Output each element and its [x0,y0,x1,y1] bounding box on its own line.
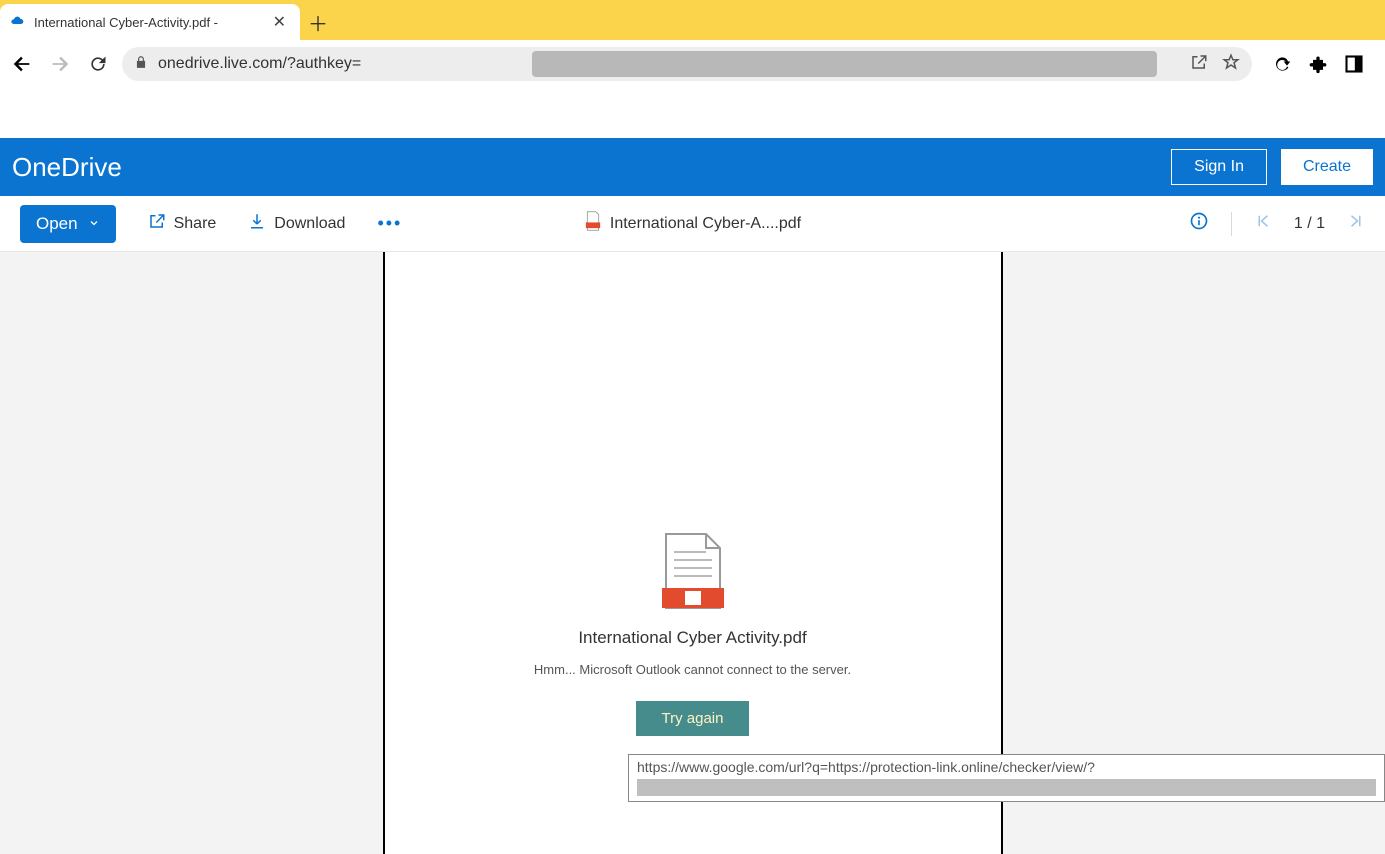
pdf-file-icon [584,211,602,236]
more-actions-button[interactable]: ••• [377,213,402,234]
link-preview-redacted [637,779,1376,796]
onedrive-favicon-icon [10,14,26,30]
download-button[interactable]: Download [248,212,345,235]
link-preview-url: https://www.google.com/url?q=https://pro… [637,759,1376,775]
error-message: Hmm... Microsoft Outlook cannot connect … [385,662,1001,677]
download-icon [248,212,266,235]
secure-lock-icon [134,55,148,74]
bookmark-star-icon[interactable] [1222,53,1240,76]
open-button[interactable]: Open [20,205,116,243]
page-next-icon[interactable] [1347,212,1365,235]
extension-icons [1262,54,1364,74]
tab-title: International Cyber-Activity.pdf - [34,15,261,30]
page-first-icon[interactable] [1254,212,1272,235]
share-button[interactable]: Share [148,212,217,235]
page-counter: 1 / 1 [1294,215,1325,233]
link-preview-tooltip: https://www.google.com/url?q=https://pro… [628,754,1385,802]
browser-toolbar: onedrive.live.com/?authkey= [0,40,1385,88]
filename-text: International Cyber-A....pdf [610,215,801,233]
onedrive-header: OneDrive Sign In Create [0,138,1385,196]
address-bar[interactable]: onedrive.live.com/?authkey= [122,47,1252,81]
info-icon[interactable] [1189,211,1209,236]
chevron-down-icon [88,214,100,234]
error-panel: International Cyber Activity.pdf Hmm... … [385,532,1001,736]
onedrive-brand: OneDrive [12,152,122,183]
share-icon [148,212,166,235]
url-redacted-region [532,51,1157,77]
tab-close-icon[interactable]: ✕ [269,12,290,32]
broken-document-icon [385,532,1001,614]
sync-icon[interactable] [1272,54,1292,74]
share-label: Share [174,215,217,233]
url-text: onedrive.live.com/?authkey= [158,55,361,73]
download-label: Download [274,215,345,233]
puzzle-extension-icon[interactable] [1308,54,1328,74]
try-again-button[interactable]: Try again [636,701,750,736]
browser-tab-strip: International Cyber-Activity.pdf - ✕ ＋ [0,0,1385,40]
signin-button[interactable]: Sign In [1171,149,1267,185]
browser-tab[interactable]: International Cyber-Activity.pdf - ✕ [0,4,300,40]
reload-button[interactable] [84,50,112,78]
open-button-label: Open [36,214,78,234]
share-url-icon[interactable] [1190,53,1208,76]
create-button[interactable]: Create [1281,149,1373,185]
back-button[interactable] [8,50,36,78]
forward-button[interactable] [46,50,74,78]
divider [1231,212,1232,236]
onedrive-action-bar: Open Share Download ••• International Cy… [0,196,1385,252]
new-tab-button[interactable]: ＋ [300,4,336,40]
error-file-title: International Cyber Activity.pdf [385,628,1001,648]
panel-icon[interactable] [1344,54,1364,74]
